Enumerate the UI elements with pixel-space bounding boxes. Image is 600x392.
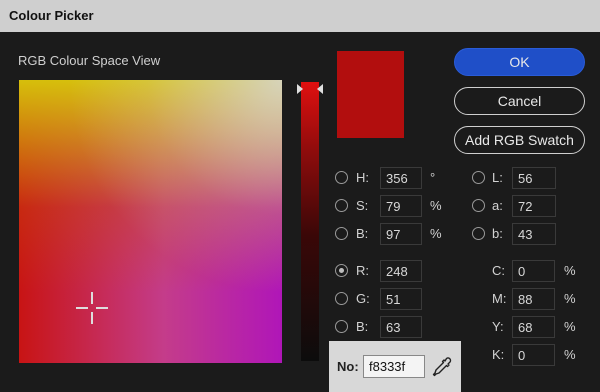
hue-input[interactable]: 356 (380, 167, 422, 189)
lightness-input[interactable]: 56 (512, 167, 556, 189)
hex-input[interactable]: f8333f (363, 355, 425, 378)
a-channel-input[interactable]: 72 (512, 195, 556, 217)
b-channel-input[interactable]: 43 (512, 223, 556, 245)
b-channel-radio[interactable] (472, 227, 485, 240)
magenta-label: M: (492, 291, 507, 306)
yellow-input[interactable]: 68 (512, 316, 555, 338)
crosshair-icon[interactable] (76, 292, 108, 324)
field-row-cyan: C: 0 % (492, 260, 584, 282)
lightness-label: L: (492, 170, 503, 185)
lightness-radio[interactable] (472, 171, 485, 184)
green-label: G: (356, 291, 370, 306)
hex-panel: No: f8333f (329, 341, 461, 392)
cancel-button[interactable]: Cancel (454, 87, 585, 115)
field-row-saturation: S: 79 % (335, 195, 445, 217)
yellow-unit: % (564, 319, 576, 334)
add-rgb-swatch-button[interactable]: Add RGB Swatch (454, 126, 585, 154)
magenta-unit: % (564, 291, 576, 306)
field-row-yellow: Y: 68 % (492, 316, 584, 338)
green-input[interactable]: 51 (380, 288, 422, 310)
field-row-lightness: L: 56 (472, 167, 562, 189)
field-row-b-channel: b: 43 (472, 223, 562, 245)
red-label: R: (356, 263, 369, 278)
key-input[interactable]: 0 (512, 344, 555, 366)
hex-label: No: (337, 359, 359, 374)
ok-button[interactable]: OK (454, 48, 585, 76)
magenta-input[interactable]: 88 (512, 288, 555, 310)
hue-slider-arrows-icon[interactable] (297, 84, 323, 94)
field-row-red: R: 248 (335, 260, 425, 282)
window-title: Colour Picker (9, 8, 94, 23)
brightness-unit: % (430, 226, 442, 241)
colour-space-label: RGB Colour Space View (18, 53, 161, 68)
cyan-input[interactable]: 0 (512, 260, 555, 282)
cyan-label: C: (492, 263, 505, 278)
hue-slider[interactable] (301, 82, 319, 361)
eyedropper-icon[interactable] (431, 356, 453, 378)
blue-radio[interactable] (335, 320, 348, 333)
field-row-magenta: M: 88 % (492, 288, 584, 310)
field-row-a-channel: a: 72 (472, 195, 562, 217)
b-channel-label: b: (492, 226, 503, 241)
key-unit: % (564, 347, 576, 362)
new-colour-swatch (337, 51, 404, 138)
field-row-key: K: 0 % (492, 344, 584, 366)
brightness-input[interactable]: 97 (380, 223, 422, 245)
blue-label: B: (356, 319, 369, 334)
blue-input[interactable]: 63 (380, 316, 422, 338)
brightness-label: B: (356, 226, 369, 241)
a-channel-label: a: (492, 198, 503, 213)
field-row-brightness: B: 97 % (335, 223, 445, 245)
a-channel-radio[interactable] (472, 199, 485, 212)
hue-unit: ° (430, 170, 436, 185)
saturation-input[interactable]: 79 (380, 195, 422, 217)
field-row-green: G: 51 (335, 288, 425, 310)
colour-spectrum-field[interactable] (19, 80, 282, 363)
cyan-unit: % (564, 263, 576, 278)
hue-label: H: (356, 170, 369, 185)
saturation-label: S: (356, 198, 369, 213)
brightness-radio[interactable] (335, 227, 348, 240)
hue-radio[interactable] (335, 171, 348, 184)
field-row-blue: B: 63 (335, 316, 425, 338)
yellow-label: Y: (492, 319, 504, 334)
green-radio[interactable] (335, 292, 348, 305)
saturation-radio[interactable] (335, 199, 348, 212)
red-input[interactable]: 248 (380, 260, 422, 282)
saturation-unit: % (430, 198, 442, 213)
red-radio[interactable] (335, 264, 348, 277)
title-bar: Colour Picker (0, 0, 600, 32)
field-row-hue: H: 356 ° (335, 167, 445, 189)
key-label: K: (492, 347, 505, 362)
